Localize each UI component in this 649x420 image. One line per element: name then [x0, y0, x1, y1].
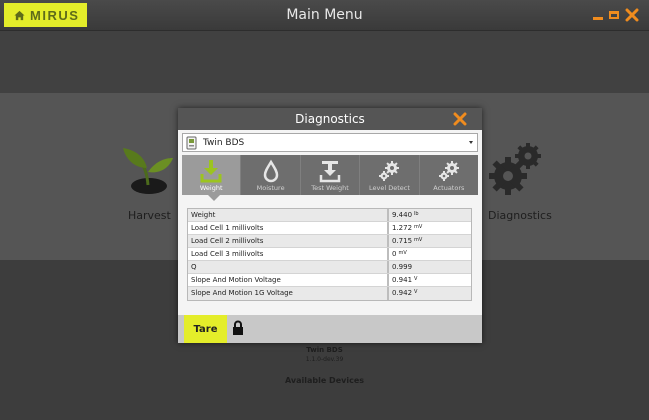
background-top: [0, 31, 649, 93]
row-value-cell: 0.715 mV: [389, 235, 471, 247]
device-version: 1.1.0-dev.39: [305, 356, 344, 363]
device-select-value: Twin BDS: [203, 137, 245, 148]
diagnostics-label[interactable]: Diagnostics: [488, 209, 552, 222]
table-row: Slope And Motion Voltage 0.941 V: [188, 274, 471, 287]
harvest-label[interactable]: Harvest: [128, 209, 171, 222]
sprout-icon: [123, 148, 173, 194]
window-title: Main Menu: [286, 7, 363, 23]
row-name: Load Cell 3 millivolts: [188, 248, 389, 260]
row-value: 0.942: [392, 289, 413, 297]
active-tab-pointer: [208, 195, 220, 201]
row-value: 0.941: [392, 276, 413, 284]
tab-level-detect[interactable]: Level Detect: [360, 155, 420, 195]
row-name: Weight: [188, 209, 389, 221]
row-name: Slope And Motion Voltage: [188, 274, 389, 286]
diagnostics-table: Weight 9.440 lb Load Cell 1 millivolts 1.…: [187, 208, 472, 301]
row-value-cell: 0 mV: [389, 248, 471, 260]
row-value-cell: 1.272 mV: [389, 222, 471, 234]
row-unit: V: [414, 276, 418, 282]
chevron-down-icon: [469, 141, 473, 144]
row-value: 0.715: [392, 237, 413, 245]
row-name: Load Cell 1 millivolts: [188, 222, 389, 234]
tare-button[interactable]: Tare: [184, 315, 227, 343]
row-unit: mV: [414, 237, 423, 243]
gears-icon: [438, 161, 459, 181]
row-name: Q: [188, 261, 389, 273]
row-name: Load Cell 2 millivolts: [188, 235, 389, 247]
row-unit: V: [414, 289, 418, 295]
tab-label: Actuators: [433, 184, 465, 192]
title-bar: MIRUS Main Menu: [0, 0, 649, 31]
tab-label: Weight: [199, 184, 223, 192]
weight-download-icon: [200, 160, 222, 183]
row-value: 1.272: [392, 224, 413, 232]
tab-label: Test Weight: [311, 184, 349, 192]
row-value: 0: [392, 250, 397, 258]
row-value: 0.999: [392, 263, 413, 271]
row-value-cell: 9.440 lb: [389, 209, 471, 221]
table-row: Load Cell 3 millivolts 0 mV: [188, 248, 471, 261]
table-row: Slope And Motion 1G Voltage 0.942 V: [188, 287, 471, 300]
diagnostics-dialog: Diagnostics Twin BDS Weight Moisture Tes…: [178, 108, 482, 343]
row-value-cell: 0.942 V: [389, 287, 471, 300]
tab-weight[interactable]: Weight: [182, 155, 242, 195]
row-unit: lb: [414, 211, 419, 217]
device-name[interactable]: Twin BDS: [0, 346, 649, 354]
device-select[interactable]: Twin BDS: [182, 133, 478, 152]
droplet-icon: [263, 159, 278, 183]
dialog-header: Diagnostics: [178, 108, 482, 130]
table-row: Q 0.999: [188, 261, 471, 274]
diagnostics-gears-icon: [489, 143, 541, 195]
table-row: Load Cell 1 millivolts 1.272 mV: [188, 222, 471, 235]
tab-label: Moisture: [256, 184, 285, 192]
minimize-icon: [593, 16, 603, 20]
tab-actuators[interactable]: Actuators: [420, 155, 478, 195]
device-icon: [186, 136, 197, 149]
tab-label: Level Detect: [368, 184, 410, 192]
close-icon: [625, 8, 639, 22]
tab-moisture[interactable]: Moisture: [241, 155, 301, 195]
row-name: Slope And Motion 1G Voltage: [188, 287, 389, 300]
dialog-close-icon[interactable]: [453, 112, 467, 126]
diagnostics-tabs: Weight Moisture Test Weight Level Detect…: [182, 155, 478, 195]
table-row: Load Cell 2 millivolts 0.715 mV: [188, 235, 471, 248]
maximize-button[interactable]: [607, 5, 621, 25]
available-devices-label: Available Devices: [284, 376, 365, 385]
row-value-cell: 0.941 V: [389, 274, 471, 286]
maximize-icon: [609, 11, 619, 19]
row-unit: mV: [398, 250, 407, 256]
gears-icon: [379, 161, 400, 181]
dialog-footer: Tare: [178, 315, 482, 343]
row-value-cell: 0.999: [389, 261, 471, 273]
table-row: Weight 9.440 lb: [188, 209, 471, 222]
close-button[interactable]: [622, 5, 642, 25]
lock-icon[interactable]: [232, 320, 244, 336]
test-weight-icon: [319, 161, 341, 183]
dialog-title: Diagnostics: [295, 112, 365, 126]
tab-test-weight[interactable]: Test Weight: [301, 155, 361, 195]
row-value: 9.440: [392, 211, 413, 219]
row-unit: mV: [414, 224, 423, 230]
minimize-button[interactable]: [591, 5, 605, 25]
